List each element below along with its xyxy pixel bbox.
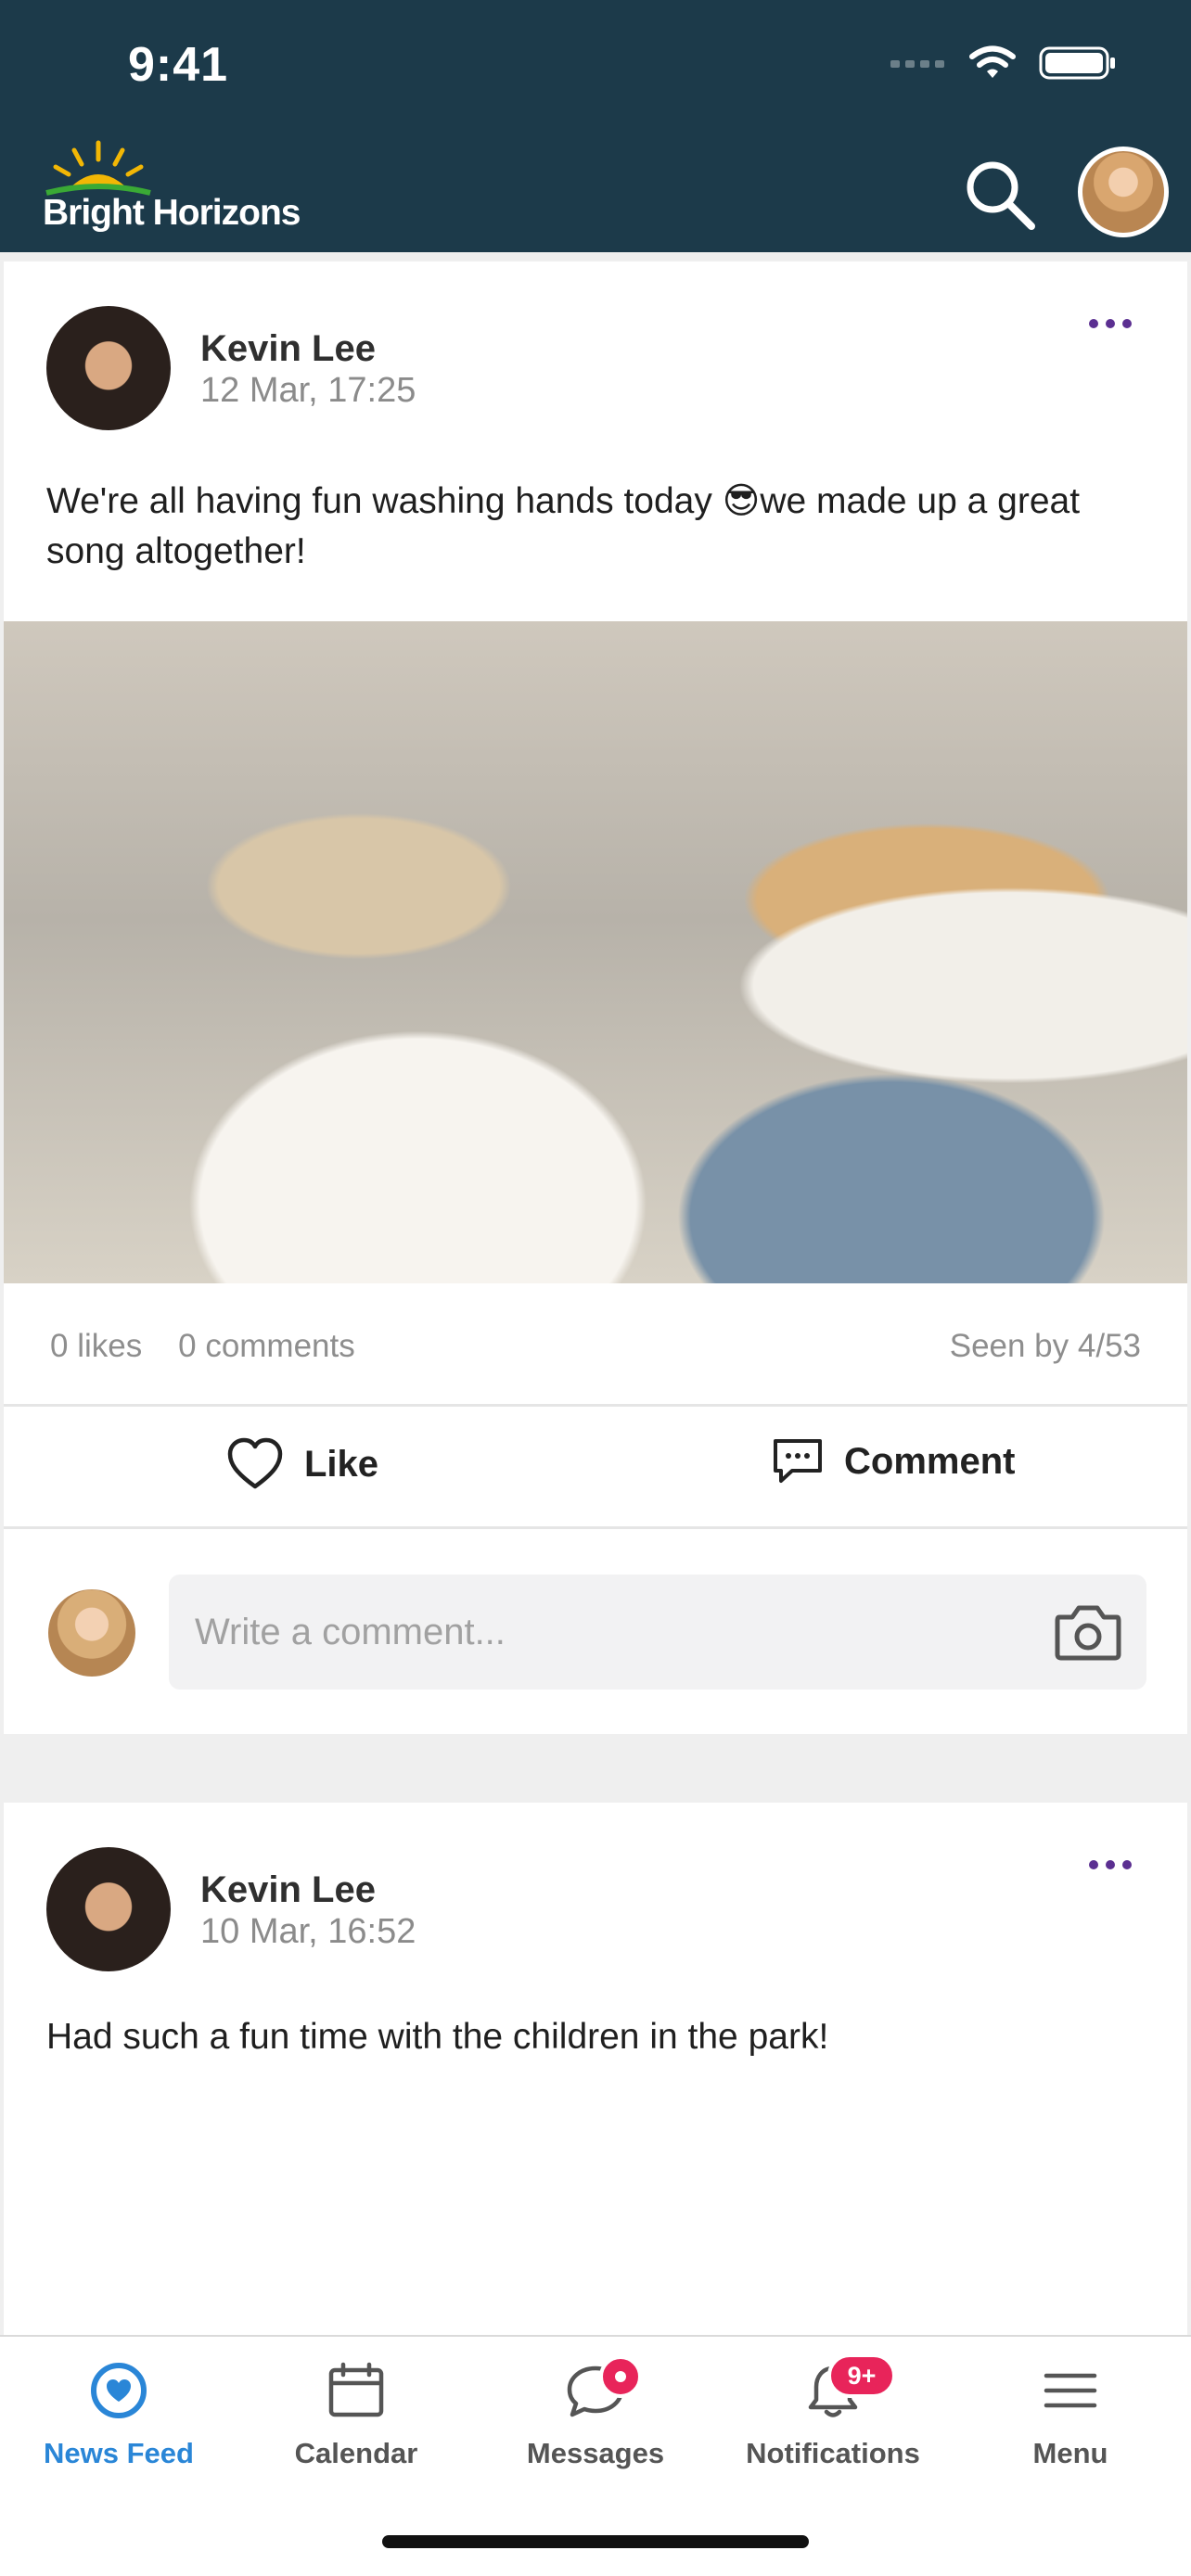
post-text: We're all having fun washing hands today… xyxy=(46,481,1081,571)
post-timestamp: 12 Mar, 17:25 xyxy=(200,371,416,410)
hamburger-icon xyxy=(1044,2373,1097,2408)
comment-icon xyxy=(774,1439,822,1483)
app-header: 9:41 Bright Horizons xyxy=(0,0,1191,252)
wifi-icon xyxy=(969,45,1016,78)
divider xyxy=(4,1404,1187,1407)
calendar-icon xyxy=(328,2362,384,2417)
author-avatar[interactable] xyxy=(46,306,171,430)
author-name[interactable]: Kevin Lee xyxy=(200,328,376,370)
camera-icon[interactable] xyxy=(1054,1602,1122,1662)
divider xyxy=(4,1526,1187,1529)
battery-icon xyxy=(1039,46,1115,80)
comment-label: Comment xyxy=(844,1440,1016,1482)
news-feed: Kevin Lee 12 Mar, 17:25 We're all having… xyxy=(0,252,1191,2335)
status-icons xyxy=(890,45,1117,82)
comment-button[interactable]: Comment xyxy=(772,1437,1015,1486)
post-text: Had such a fun time with the children in… xyxy=(46,2017,829,2057)
messages-badge xyxy=(599,2355,642,2398)
tab-menu[interactable]: Menu xyxy=(952,2361,1189,2472)
like-label: Like xyxy=(304,1443,379,1485)
search-icon xyxy=(967,161,1035,230)
post-more-button[interactable] xyxy=(1089,310,1145,338)
tab-news-feed[interactable]: News Feed xyxy=(0,2361,237,2472)
post-timestamp: 10 Mar, 16:52 xyxy=(200,1912,416,1951)
signal-icon xyxy=(890,60,944,68)
more-dot-icon xyxy=(1122,319,1132,328)
brand-name: Bright Horizons xyxy=(43,193,301,233)
tab-notifications[interactable]: 9+ Notifications xyxy=(714,2353,952,2472)
more-dot-icon xyxy=(1122,1860,1132,1869)
tab-label: Messages xyxy=(526,2437,665,2469)
status-time: 9:41 xyxy=(128,38,229,92)
more-dot-icon xyxy=(1106,319,1115,328)
comments-count[interactable]: 0 comments xyxy=(178,1328,355,1364)
heart-circle-icon xyxy=(91,2363,147,2418)
notifications-badge: 9+ xyxy=(827,2353,896,2398)
post-photo[interactable] xyxy=(4,621,1187,1283)
tab-calendar[interactable]: Calendar xyxy=(237,2361,475,2472)
tab-label: News Feed xyxy=(44,2437,194,2469)
badge-dot-icon xyxy=(615,2371,626,2382)
bright-horizons-logo: Bright Horizons xyxy=(43,139,312,243)
author-name[interactable]: Kevin Lee xyxy=(200,1869,376,1911)
profile-avatar[interactable] xyxy=(1078,147,1169,237)
seen-by[interactable]: Seen by 4/53 xyxy=(950,1328,1141,1365)
heart-icon xyxy=(227,1437,283,1489)
tab-messages[interactable]: Messages xyxy=(477,2355,714,2472)
feed-post: Kevin Lee 12 Mar, 17:25 We're all having… xyxy=(4,261,1187,1734)
likes-count[interactable]: 0 likes xyxy=(50,1328,142,1364)
home-indicator[interactable] xyxy=(382,2535,809,2548)
my-avatar xyxy=(48,1589,135,1677)
author-avatar[interactable] xyxy=(46,1847,171,1971)
like-button[interactable]: Like xyxy=(226,1437,378,1491)
more-dot-icon xyxy=(1106,1860,1115,1869)
comment-box xyxy=(169,1575,1146,1690)
tab-label: Notifications xyxy=(746,2437,920,2469)
feed-post: Kevin Lee 10 Mar, 16:52 Had such a fun t… xyxy=(4,1803,1187,2335)
comment-input[interactable] xyxy=(195,1575,1011,1690)
sun-logo-icon xyxy=(45,140,151,196)
tab-label: Calendar xyxy=(294,2437,418,2469)
tab-label: Menu xyxy=(1032,2437,1108,2469)
more-dot-icon xyxy=(1089,319,1098,328)
search-button[interactable] xyxy=(961,156,1039,234)
more-dot-icon xyxy=(1089,1860,1098,1869)
post-stats: 0 likes 0 comments Seen by 4/53 xyxy=(50,1328,1141,1365)
post-more-button[interactable] xyxy=(1089,1851,1145,1879)
